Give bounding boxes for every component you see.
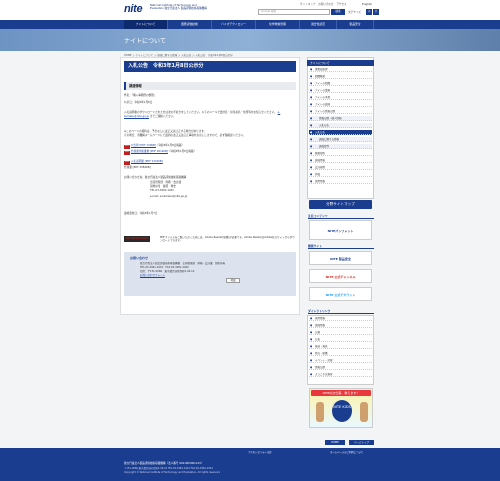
site-logo[interactable]: nite xyxy=(124,3,143,15)
font-size-small-button[interactable]: 小 xyxy=(366,9,372,15)
twitter-banner[interactable]: NITE 公式アカウント xyxy=(309,287,372,301)
directory-item[interactable]: ようこそ広報室 xyxy=(309,372,372,377)
pdf-icon: PDF xyxy=(124,145,130,149)
pdf-icon: PDF xyxy=(124,161,130,165)
sitemap-button[interactable]: 分野サイトマップ xyxy=(309,200,372,209)
sidebar-item[interactable]: 理事長挨拶 xyxy=(309,67,372,72)
doc-link-notice[interactable]: 公告状 [PDF 130KB] xyxy=(131,144,156,147)
adobe-reader-text: PDFファイルをご覧いただくためには、Adobe Reader(無償)が必要です… xyxy=(160,236,295,243)
sidebar-item[interactable]: 会計規程 xyxy=(309,165,372,170)
pdf-icon: PDF xyxy=(124,151,130,155)
footer-address: 〒151-0066 東京都渋谷区西原2-49-10 TEL:03-3481-19… xyxy=(124,467,213,470)
document-row-3: PDF 入札説明書 [PDF 2334KB] xyxy=(124,160,296,165)
related-site-banner[interactable]: NITE 製品安全 xyxy=(309,251,372,265)
sidebar-item[interactable]: ナイトの予算 xyxy=(309,95,372,100)
home-button[interactable]: HOME xyxy=(325,440,345,445)
doc-note: （令和3年1月8日掲載） xyxy=(167,150,197,153)
directory-item[interactable]: 採用情報 xyxy=(309,316,372,321)
sidebar-item-active[interactable]: 入札公告 xyxy=(309,130,372,135)
page-title: 入札公告 令和3年1月8日公示分 xyxy=(124,61,296,72)
sidebar-item[interactable]: ナイトの情報公開 xyxy=(309,109,372,114)
instruction-text: 入札説明書のダウンロードされた方は次の手続きをしてください。以下のメールで会社名… xyxy=(124,111,286,118)
utility-links[interactable]: サイトマップ お問い合わせ アクセス xyxy=(300,2,347,6)
document-row-4: 仕様書 [PDF 2584KB] xyxy=(124,166,296,170)
accessibility-link[interactable]: アクセシビリティ方針 xyxy=(248,450,272,454)
last-updated: 最終更新日：令和3年1月7日 xyxy=(124,212,158,215)
sidebar-subitem[interactable]: 情報公開・個人情報 xyxy=(309,116,372,121)
notice-text-2: その場合、当機構ホームページにて最新の改正又は訂正事項をお示ししますので、必ず御… xyxy=(124,134,246,137)
directory-item[interactable]: 情報公開 xyxy=(309,365,372,370)
sidebar-item[interactable]: ナイトの業務 xyxy=(309,88,372,93)
map-button[interactable]: 地図 xyxy=(226,278,240,283)
contact-box-body: 独立行政法人製品評価技術基盤機構 企画管理部 財務・会計課 契約担当 TEL:0… xyxy=(140,262,290,278)
document-row-1: PDF 公告状 [PDF 130KB]（令和3年1月8日掲載） xyxy=(124,144,296,149)
sidebar-subitem[interactable]: 入札公告 xyxy=(309,123,372,128)
sidebar-item[interactable]: ナイトの組織 xyxy=(309,81,372,86)
header xyxy=(0,0,500,20)
footer-copyright: Copyright © National Institute of Techno… xyxy=(124,471,221,474)
site-usage-link[interactable]: ホームページのご利用について xyxy=(330,450,363,454)
recommend-heading: 注目コンテンツ xyxy=(308,214,374,219)
nav-item-biotech[interactable]: バイオテクノロジー xyxy=(212,20,256,29)
directory-heading: ダイレクトリンク xyxy=(308,309,374,314)
logo-subtitle: National Institute of Technology and Eva… xyxy=(150,4,207,11)
sidebar-item[interactable]: 組織概要 xyxy=(309,74,372,79)
sidebar-item[interactable]: 評価 xyxy=(309,172,372,177)
kids-illustration xyxy=(360,402,368,422)
kids-illustration xyxy=(316,402,324,422)
directory-item[interactable]: 公募 xyxy=(309,330,372,335)
footer xyxy=(0,456,500,481)
subject-text: 件名：「購入事務所の整理」 xyxy=(124,94,157,97)
instruction-tail: までご連絡ください。 xyxy=(149,114,176,118)
related-heading: 関連サイト xyxy=(308,244,374,249)
sidebar-title: ナイトについて xyxy=(307,60,374,66)
publish-date: 公示日：令和3年1月8日 xyxy=(124,101,153,104)
instruction-body: 入札説明書のダウンロードされた方は次の手続きをしてください。以下のメールで会社名… xyxy=(124,111,277,114)
banner-title: ナイトについて xyxy=(124,38,166,45)
sidebar-item[interactable]: 採用情報 xyxy=(309,179,372,184)
contact-email[interactable]: e-mail: e-kemaku@nite.go.jp xyxy=(150,195,322,199)
directory-item[interactable]: 公表 xyxy=(309,337,372,342)
doc-link-bid-explanation[interactable]: 入札説明書 [PDF 2334KB] xyxy=(131,160,163,163)
sidebar-subitem[interactable]: 調達案件 xyxy=(309,144,372,149)
directory-item[interactable]: 調達情報 xyxy=(309,323,372,328)
sidebar-item[interactable]: 随意契約 xyxy=(309,151,372,156)
search-button[interactable]: 検索 xyxy=(331,9,345,15)
page-top-button[interactable]: ページトップ xyxy=(349,440,374,445)
sidebar-item[interactable]: ナイトの調達 xyxy=(309,102,372,107)
contact-line: TEL:03-3481-1932 xyxy=(150,189,174,192)
nav-item-accreditation[interactable]: 適合性認定 xyxy=(300,20,337,29)
section-heading: 調達情報 xyxy=(124,82,296,90)
pamphlet-banner[interactable]: NITEパンフレット xyxy=(309,220,372,240)
document-row-2: PDF 仕様書付属書類 [PDF 2614KB]（令和3年1月8日掲載） xyxy=(124,150,296,155)
kids-banner-title: NITEのお仕事、教えます！ xyxy=(311,390,371,396)
footer-org: 独立行政法人製品評価技術基盤機構（法人番号 9011005001123） xyxy=(124,462,204,465)
nav-item-international[interactable]: 国際評価技術 xyxy=(168,20,212,29)
font-size-large-button[interactable]: 大 xyxy=(373,9,379,15)
contact-form-link[interactable]: お問い合わせフォーム xyxy=(140,274,290,278)
font-size-label: 文字サイズ xyxy=(348,11,361,14)
youtube-banner[interactable]: NITE 公式チャンネル xyxy=(309,269,372,283)
adobe-reader-badge[interactable]: Get Adobe Reader xyxy=(124,236,150,242)
directory-item[interactable]: イベント・記録 xyxy=(309,358,372,363)
sidebar-subitem[interactable]: 調達に関する情報 xyxy=(309,137,372,142)
contact-box-heading: お問い合わせ xyxy=(130,256,149,260)
doc-link-spec-attachment[interactable]: 仕様書付属書類 [PDF 2614KB] xyxy=(131,150,168,153)
search-input[interactable]: Google 検索 xyxy=(258,9,330,15)
sidebar-item[interactable]: 調達情報 xyxy=(309,158,372,163)
page-banner xyxy=(0,29,500,51)
nav-item-product-safety[interactable]: 製品安全 xyxy=(337,20,374,29)
english-link[interactable]: English xyxy=(362,2,372,6)
directory-item[interactable]: 所在・組織 xyxy=(309,351,372,356)
directory-item[interactable]: 報道・発表 xyxy=(309,344,372,349)
doc-note: （令和3年1月8日掲載） xyxy=(155,144,185,147)
kids-logo: NITE KIDS xyxy=(332,400,352,422)
nav-item-chemical[interactable]: 化学物質管理 xyxy=(256,20,300,29)
doc-spec-label: 仕様書 [PDF 2584KB] xyxy=(124,166,151,169)
nav-item-about[interactable]: ナイトについて xyxy=(124,20,168,29)
contact-heading: お問い合わせ先：独立行政法人製品評価技術基盤機構 xyxy=(124,176,187,179)
